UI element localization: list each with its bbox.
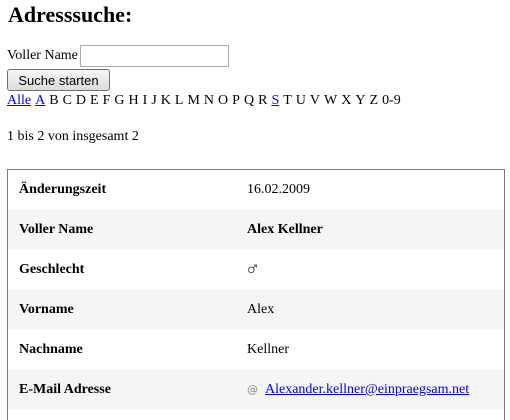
detail-row-firstname: Vorname Alex — [8, 290, 504, 330]
letter-q: Q — [243, 93, 255, 108]
detail-row-lastname: Nachname Kellner — [8, 330, 504, 370]
letter-v: V — [309, 93, 321, 108]
letter-j: J — [151, 93, 157, 108]
letter-0-9: 0-9 — [382, 93, 401, 108]
firstname-value: Alex — [247, 302, 275, 317]
letter-z: Z — [369, 93, 379, 108]
detail-row-gender: Geschlecht ♂ — [8, 250, 504, 290]
result-count: 1 bis 2 von insgesamt 2 — [7, 129, 139, 144]
email-label: E-Mail Adresse — [19, 382, 111, 397]
letter-p: P — [232, 93, 240, 108]
letter-w: W — [324, 93, 338, 108]
letter-k: K — [160, 93, 171, 108]
letter-e: E — [90, 93, 99, 108]
letter-x: X — [341, 93, 352, 108]
letter-l: L — [174, 93, 184, 108]
search-label: Voller Name — [7, 48, 78, 63]
letter-u: U — [295, 93, 306, 108]
email-link[interactable]: Alexander.kellner@einpraegsam.net — [265, 382, 469, 397]
letter-c: C — [62, 93, 72, 108]
changed-value: 16.02.2009 — [247, 182, 310, 197]
gender-value: ♂ — [247, 262, 258, 278]
letter-d: D — [75, 93, 87, 108]
letter-index: Alle A B C D E F G H I J K L M N O P Q R S T U V W X Y Z 0-9 — [7, 93, 405, 109]
lastname-label: Nachname — [19, 342, 83, 357]
at-icon: @ — [247, 383, 258, 396]
letter-alle[interactable]: Alle — [7, 93, 31, 108]
fullname-search-input[interactable] — [79, 45, 229, 67]
letter-b: B — [49, 93, 59, 108]
gender-label: Geschlecht — [19, 262, 85, 277]
email-value: @ Alexander.kellner@einpraegsam.net — [247, 382, 469, 398]
detail-row-fullname: Voller Name Alex Kellner — [8, 210, 504, 250]
letter-r: R — [258, 93, 268, 108]
letter-i: I — [142, 93, 148, 108]
detail-row-email: E-Mail Adresse @ Alexander.kellner@einpra… — [8, 370, 504, 410]
letter-s[interactable]: S — [271, 93, 279, 108]
lastname-value: Kellner — [247, 342, 289, 357]
letter-g: G — [114, 93, 125, 108]
firstname-label: Vorname — [19, 302, 74, 317]
fullname-label: Voller Name — [19, 222, 94, 237]
letter-y: Y — [355, 93, 366, 108]
letter-t: T — [283, 93, 292, 108]
letter-h: H — [128, 93, 139, 108]
page-title: Adresssuche: — [8, 2, 133, 27]
address-detail-box: Änderungszeit 16.02.2009 Voller Name Ale… — [7, 169, 505, 420]
changed-label: Änderungszeit — [19, 182, 107, 197]
search-form: Voller Name — [7, 45, 229, 67]
detail-row-changed: Änderungszeit 16.02.2009 — [8, 170, 504, 210]
search-button[interactable]: Suche starten — [7, 69, 110, 91]
fullname-value: Alex Kellner — [247, 222, 323, 237]
letter-o: O — [218, 93, 229, 108]
letter-f: F — [102, 93, 111, 108]
letter-a[interactable]: A — [35, 93, 45, 108]
letter-n: N — [203, 93, 215, 108]
letter-m: M — [187, 93, 200, 108]
male-symbol-icon: ♂ — [247, 262, 258, 276]
